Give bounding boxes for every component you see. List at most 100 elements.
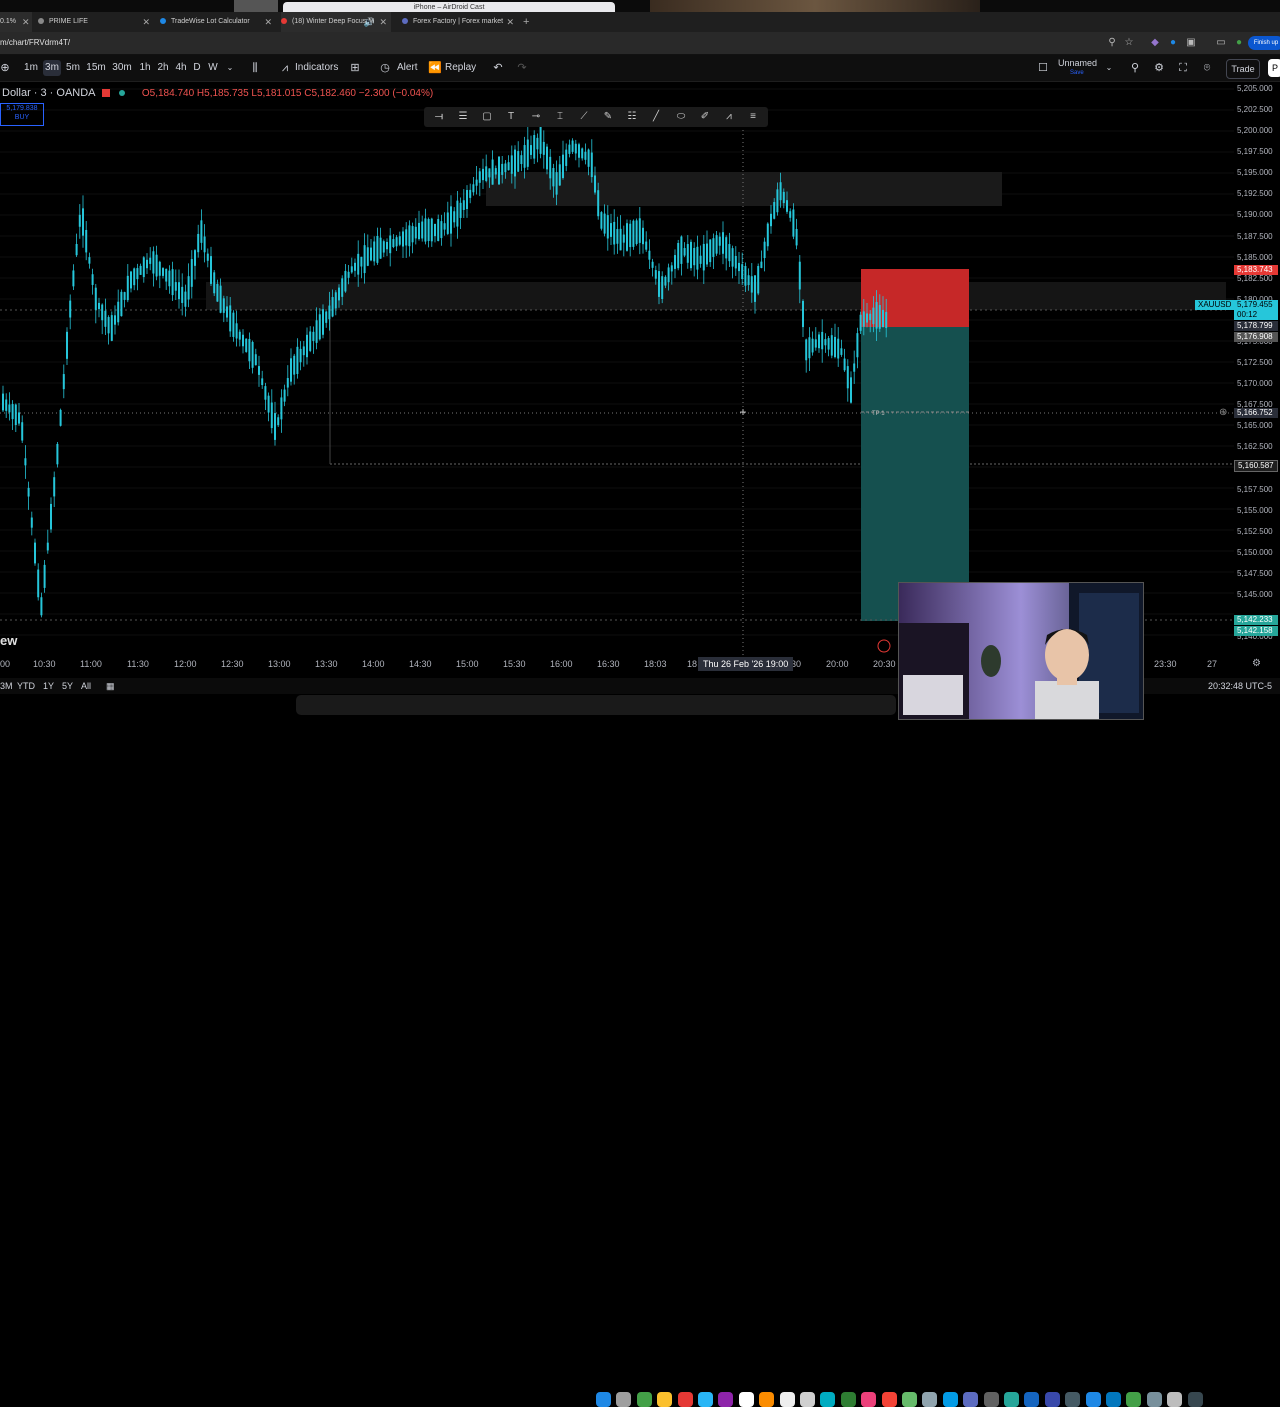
close-tab-icon[interactable]: ✕: [506, 12, 514, 32]
layout-name[interactable]: Unnamed: [1058, 58, 1097, 68]
dock-app-icon[interactable]: [800, 1392, 815, 1407]
finish-update-button[interactable]: Finish up: [1248, 36, 1280, 50]
range-3m[interactable]: 3M: [0, 680, 13, 692]
dock-app-icon[interactable]: [636, 1392, 652, 1407]
timeframe-2h[interactable]: 2h: [155, 60, 171, 76]
url-field[interactable]: m/chart/FRVdrm4T/: [0, 36, 70, 50]
dock-app-icon[interactable]: [1106, 1392, 1121, 1407]
dock-app-icon[interactable]: [698, 1392, 713, 1407]
extension-icon[interactable]: ◆: [1148, 36, 1162, 50]
symbol-name[interactable]: Dollar · 3 · OANDA: [2, 87, 96, 99]
bookmark-star-icon[interactable]: ☆: [1122, 36, 1136, 50]
buy-button[interactable]: 5,179.838 BUY: [0, 103, 44, 126]
dock-app-icon[interactable]: [1085, 1392, 1101, 1407]
layout-checkbox-icon[interactable]: ☐: [1035, 60, 1051, 76]
close-tab-icon[interactable]: ✕: [379, 12, 387, 32]
horizontal-line-icon[interactable]: ⊸: [528, 109, 544, 125]
browser-tab[interactable]: PRIME LIFE ✕: [38, 12, 154, 32]
channel-icon[interactable]: ☷: [624, 109, 640, 125]
trend-line-icon[interactable]: ⟋: [576, 109, 592, 125]
dock-app-icon[interactable]: [840, 1392, 856, 1407]
dock-app-icon[interactable]: [861, 1392, 877, 1407]
new-tab-button[interactable]: +: [523, 12, 529, 32]
browser-tab[interactable]: Forex Factory | Forex market ✕: [402, 12, 518, 32]
dock-app-icon[interactable]: [779, 1392, 795, 1407]
replay-button[interactable]: Replay: [445, 60, 476, 76]
dock-app-icon[interactable]: [922, 1392, 938, 1407]
settings-gear-icon[interactable]: ⚙: [1151, 60, 1167, 76]
dock-app-icon[interactable]: [963, 1392, 979, 1407]
dock-app-icon[interactable]: [1024, 1392, 1040, 1407]
alert-button[interactable]: Alert: [397, 60, 418, 76]
profile-icon[interactable]: ●: [1232, 36, 1246, 50]
range-all[interactable]: All: [81, 680, 91, 692]
fib-retracement-icon[interactable]: ☰: [455, 109, 471, 125]
dock-app-icon[interactable]: [616, 1392, 632, 1407]
trade-button[interactable]: Trade: [1226, 59, 1260, 79]
dock-app-icon[interactable]: [1187, 1392, 1203, 1407]
snapshot-camera-icon[interactable]: ⌾: [1199, 60, 1215, 76]
timeframe-3m[interactable]: 3m: [43, 60, 61, 76]
zoom-icon[interactable]: ⚲: [1105, 36, 1119, 50]
timeframe-1h[interactable]: 1h: [137, 60, 153, 76]
timeframe-4h[interactable]: 4h: [173, 60, 189, 76]
dock-app-icon[interactable]: [1146, 1392, 1162, 1407]
price-range-icon[interactable]: ⌶: [552, 109, 568, 125]
browser-tab[interactable]: TradeWise Lot Calculator ✕: [160, 12, 276, 32]
dock-app-icon[interactable]: [983, 1392, 999, 1407]
close-tab-icon[interactable]: ✕: [22, 12, 30, 32]
templates-grid-icon[interactable]: ⊞: [347, 60, 363, 76]
replay-icon[interactable]: ⏪: [427, 60, 443, 76]
time-axis-settings-icon[interactable]: ⚙: [1252, 658, 1261, 669]
browser-tab[interactable]: (18) Winter Deep Focus M 🔊 ✕: [281, 12, 391, 32]
range-1y[interactable]: 1Y: [43, 680, 54, 692]
dock-app-icon[interactable]: [1044, 1392, 1060, 1407]
layout-save-label[interactable]: Save: [1070, 69, 1084, 77]
sidebar-icon[interactable]: ▭: [1214, 36, 1228, 50]
fullscreen-icon[interactable]: ⛶: [1175, 60, 1191, 76]
dock-app-icon[interactable]: [1065, 1392, 1081, 1407]
timeframe-dropdown-icon[interactable]: ⌄: [222, 60, 238, 76]
extension-icon[interactable]: ●: [1166, 36, 1180, 50]
range-ytd[interactable]: YTD: [17, 680, 35, 692]
add-symbol-icon[interactable]: ⊕: [0, 60, 13, 76]
timeframe-1m[interactable]: 1m: [22, 60, 40, 76]
text-icon[interactable]: T: [503, 109, 519, 125]
dock-app-icon[interactable]: [738, 1392, 754, 1407]
range-5y[interactable]: 5Y: [62, 680, 73, 692]
close-tab-icon[interactable]: ✕: [142, 12, 150, 32]
dock-app-icon[interactable]: [820, 1392, 836, 1407]
dock-app-icon[interactable]: [1126, 1392, 1142, 1407]
publish-button[interactable]: P: [1268, 59, 1280, 77]
pen-icon[interactable]: ✐: [697, 109, 713, 125]
extensions-puzzle-icon[interactable]: ▣: [1184, 36, 1198, 50]
horizontal-ray-icon[interactable]: ⟞: [431, 109, 447, 125]
timeframe-w[interactable]: W: [206, 60, 220, 76]
layout-dropdown-icon[interactable]: ⌄: [1101, 60, 1117, 76]
dock-app-icon[interactable]: [759, 1392, 775, 1407]
dock-app-icon[interactable]: [1167, 1392, 1183, 1407]
redo-icon[interactable]: ↷: [514, 60, 530, 76]
shape-icon[interactable]: ⬭: [673, 109, 689, 125]
audio-icon[interactable]: 🔊: [364, 12, 375, 32]
dock-app-icon[interactable]: [1004, 1392, 1019, 1407]
dock-app-icon[interactable]: [718, 1392, 734, 1407]
close-tab-icon[interactable]: ✕: [264, 12, 272, 32]
timeframe-30m[interactable]: 30m: [110, 60, 134, 76]
bar-style-icon[interactable]: ⫼: [247, 60, 263, 76]
dock-app-icon[interactable]: [596, 1392, 611, 1407]
rectangle-icon[interactable]: ▢: [479, 109, 495, 125]
dock-app-icon[interactable]: [942, 1392, 958, 1407]
more-tools-icon[interactable]: ≡: [745, 109, 761, 125]
add-alert-plus-icon[interactable]: ⊕: [1219, 407, 1227, 418]
indicators-icon[interactable]: ⩘: [277, 60, 293, 76]
timeframe-5m[interactable]: 5m: [64, 60, 82, 76]
dock-app-icon[interactable]: [902, 1392, 917, 1407]
timeframe-15m[interactable]: 15m: [85, 60, 107, 76]
line-icon[interactable]: ╱: [648, 109, 664, 125]
dock-app-icon[interactable]: [657, 1392, 673, 1407]
dock-app-icon[interactable]: [677, 1392, 693, 1407]
timeframe-d[interactable]: D: [191, 60, 203, 76]
alert-clock-icon[interactable]: ◷: [377, 60, 393, 76]
indicators-button[interactable]: Indicators: [295, 60, 338, 76]
